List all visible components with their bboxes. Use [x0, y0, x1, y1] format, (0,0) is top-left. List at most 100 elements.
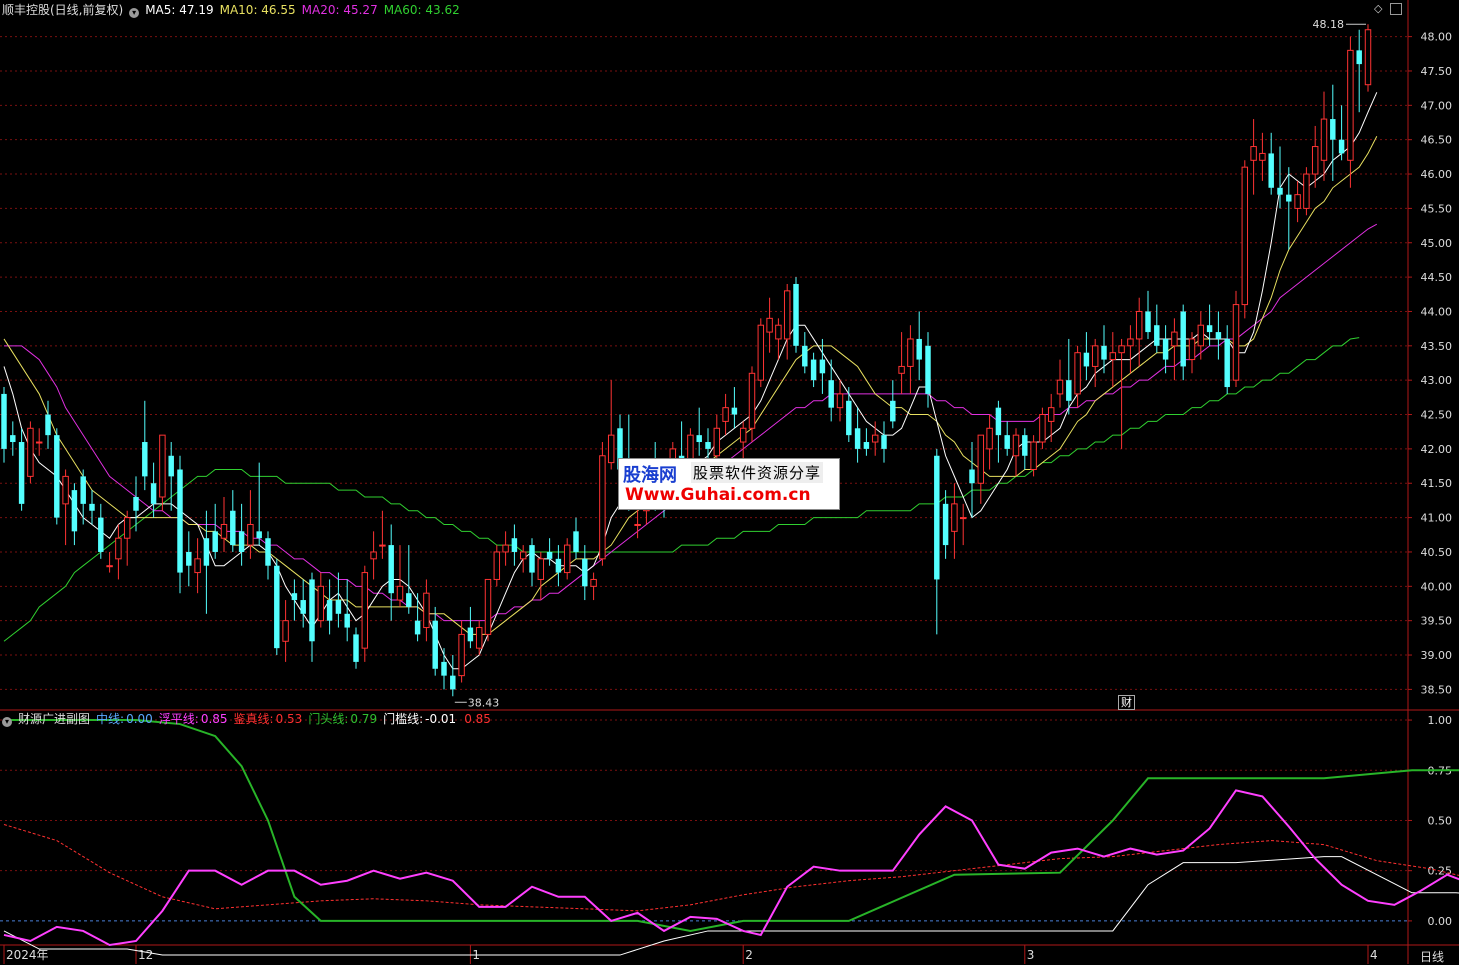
indicator-tick-label: 1.00: [1428, 714, 1453, 727]
finance-event-badge[interactable]: 财: [1118, 695, 1135, 710]
candle-body-down: [846, 400, 852, 436]
diamond-icon[interactable]: ◇: [1374, 2, 1382, 15]
price-tick-label: 44.00: [1421, 305, 1453, 318]
candle-body-up: [247, 523, 254, 546]
price-tick-label: 47.50: [1421, 65, 1453, 78]
price-tick-label: 45.00: [1421, 237, 1453, 250]
dropdown-icon[interactable]: ▾: [2, 717, 12, 727]
candle-body-up: [1039, 414, 1046, 443]
candle-body-up: [783, 290, 791, 340]
candle-body-down: [1101, 345, 1107, 360]
indicator-title[interactable]: 财源广进副图: [18, 712, 90, 726]
candle-body-up: [115, 537, 122, 560]
candle-body-down: [1162, 338, 1169, 360]
price-tick-label: 48.00: [1421, 31, 1453, 44]
candle-body-down: [942, 503, 949, 546]
candle-body-up: [871, 434, 879, 443]
candle-body-up: [370, 551, 377, 560]
candle-body-down: [925, 345, 931, 394]
candle-body-down: [1083, 352, 1090, 367]
price-tick-label: 38.50: [1421, 683, 1453, 696]
candle-body-down: [300, 600, 306, 614]
indicator-legend-item: 0.85: [464, 712, 491, 726]
candle-body-up: [634, 523, 641, 526]
candle-body-down: [10, 435, 16, 443]
candle-body-down: [1004, 435, 1010, 449]
candle-body-up: [959, 517, 967, 520]
candle-body-down: [863, 442, 870, 449]
candle-body-down: [256, 531, 262, 539]
candle-body-down: [969, 469, 975, 484]
candle-body-down: [414, 620, 421, 635]
candle-body-down: [168, 455, 174, 477]
candle-body-up: [159, 434, 166, 498]
indicator-legend: 中线: 0.00 浮平线: 0.85 鉴真线: 0.53 门头线: 0.79 门槛线: -0.01…: [96, 712, 497, 726]
maximize-icon[interactable]: [1390, 3, 1402, 15]
candle-body-up: [607, 434, 615, 464]
indicator-header: ▾ 财源广进副图 中线: 0.00 浮平线: 0.85 鉴真线: 0.53 门头线: 0.79 门槛…: [2, 712, 503, 727]
candle-body-down: [406, 593, 412, 607]
price-tick-label: 46.50: [1421, 134, 1453, 147]
price-tick-label: 45.50: [1421, 202, 1453, 215]
dropdown-icon[interactable]: ▾: [129, 8, 140, 18]
candle-body-down: [238, 531, 245, 552]
candle-body-up: [537, 558, 545, 580]
candle-body-down: [802, 345, 808, 367]
candle-body-up: [484, 578, 492, 635]
date-tick-label: 2: [745, 948, 753, 962]
candle-body-up: [1347, 49, 1354, 161]
candle-body-up: [1197, 324, 1205, 347]
candle-body-down: [1154, 325, 1160, 346]
candle-body-down: [582, 558, 588, 587]
candle-body-down: [546, 551, 553, 559]
candle-body-down: [1066, 380, 1072, 401]
date-tick-label: 2024年: [6, 948, 49, 962]
watermark-logo: 股海网: [623, 465, 677, 486]
high-price-label: 48.18: [1313, 18, 1345, 31]
candle-body-up: [27, 427, 34, 477]
candle-body-up: [1232, 304, 1240, 381]
candle-body-up: [282, 620, 289, 642]
candle-body-up: [1118, 345, 1125, 354]
candle-body-down: [353, 634, 359, 662]
candle-body-down: [1, 393, 7, 449]
candle-body-down: [705, 442, 711, 449]
candle-body-down: [573, 531, 579, 552]
price-tick-label: 39.50: [1421, 615, 1453, 628]
candle-body-down: [203, 538, 210, 566]
candle-body-down: [1206, 325, 1213, 333]
candle-body-up: [458, 633, 465, 677]
candle-body-down: [731, 407, 738, 415]
indicator-legend-item: 门槛线: -0.01: [383, 712, 457, 726]
candle-body-down: [529, 545, 535, 573]
stock-title[interactable]: 顺丰控股(日线,前复权): [2, 3, 123, 17]
ma-legend-item: MA5: 47.19: [145, 3, 214, 17]
candle-body-up: [1127, 338, 1134, 347]
candle-body-up: [1311, 146, 1319, 175]
date-tick-label: 4: [1370, 948, 1378, 962]
candle-body-down: [450, 675, 456, 690]
candle-body-up: [766, 317, 773, 333]
candle-body-up: [748, 372, 756, 429]
candle-body-up: [563, 544, 571, 574]
candle-body-up: [951, 503, 958, 532]
candle-body-down: [291, 593, 298, 601]
candle-body-down: [98, 517, 104, 552]
date-tick-label: 3: [1027, 948, 1035, 962]
indicator-legend-item: 鉴真线: 0.53: [233, 712, 303, 726]
watermark-url: Www.Guhai.com.cn: [625, 485, 811, 505]
timeframe-label[interactable]: 日线: [1420, 948, 1444, 965]
candle-body-up: [977, 434, 985, 484]
watermark-tagline: 股票软件资源分享: [691, 462, 824, 483]
indicator-legend-item: 门头线: 0.79: [308, 712, 378, 726]
candle-body-up: [493, 551, 501, 580]
candle-body-down: [150, 483, 157, 504]
candle-body-down: [881, 435, 887, 449]
candle-body-up: [1135, 310, 1143, 340]
candle-body-down: [1356, 50, 1362, 65]
candle-body-down: [1286, 194, 1292, 202]
candle-body-down: [555, 558, 562, 573]
price-tick-label: 43.50: [1421, 340, 1453, 353]
candle-body-down: [1277, 187, 1283, 195]
candle-body-down: [1145, 311, 1151, 333]
